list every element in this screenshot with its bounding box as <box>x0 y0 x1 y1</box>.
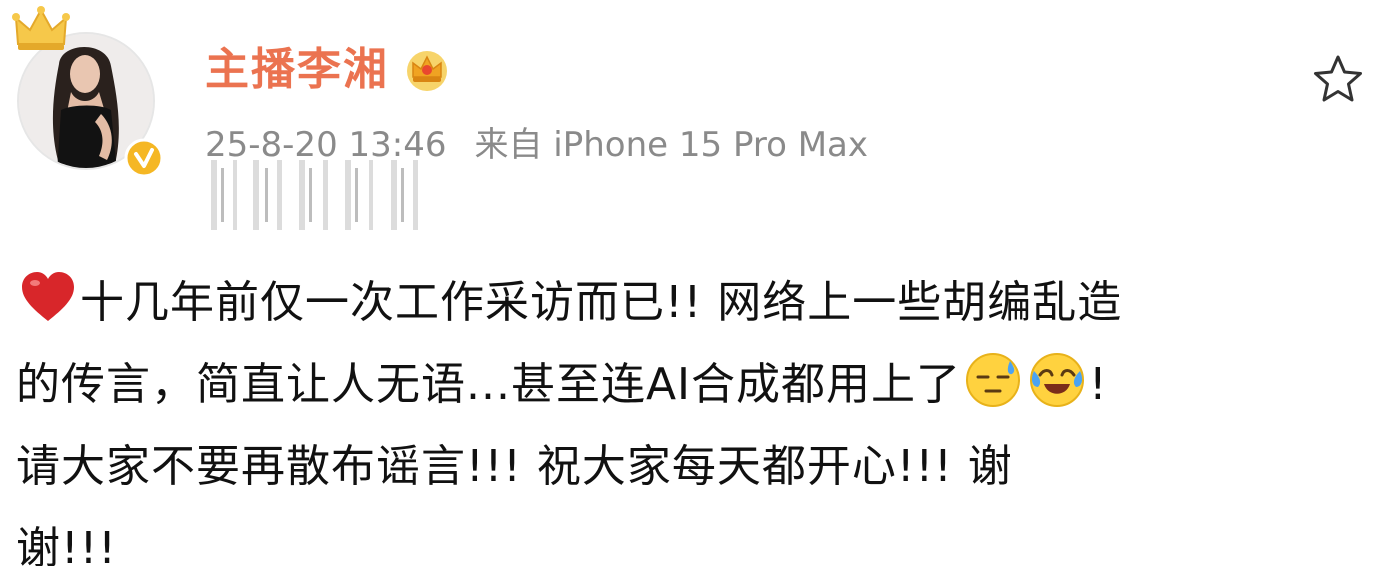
post-timestamp: 25-8-20 13:46 <box>205 125 447 165</box>
post-line-3: 请大家不要再散布谣言!!! 祝大家每天都开心!!! 谢 <box>16 426 1376 508</box>
vip-crown-badge-icon[interactable] <box>403 47 451 93</box>
post-line-2: 的传言，简直让人无语...甚至连AI合成都用上了 ! <box>16 344 1376 426</box>
verified-icon <box>124 138 164 178</box>
blurred-overlay-icon <box>211 160 418 230</box>
post-text-line-4: 谢!!! <box>16 523 117 566</box>
post-line-1: 十几年前仅一次工作采访而已!! 网络上一些胡编乱造 <box>16 262 1376 344</box>
username-row: 主播李湘 <box>205 40 451 100</box>
post-text-line-2-end: ! <box>1089 359 1108 410</box>
sweat-face-emoji <box>966 353 1021 407</box>
star-icon[interactable] <box>1310 52 1366 108</box>
crown-icon <box>12 6 70 50</box>
post-body: 十几年前仅一次工作采访而已!! 网络上一些胡编乱造 的传言，简直让人无语...甚… <box>16 262 1376 566</box>
post-line-4: 谢!!! <box>16 508 1376 566</box>
author-avatar-group[interactable] <box>12 4 164 178</box>
weibo-post-card: 主播李湘 25-8-20 13:46 来自 iPhone 15 Pro Max <box>0 0 1386 566</box>
post-text-line-2: 的传言，简直让人无语...甚至连AI合成都用上了 <box>16 359 962 410</box>
author-name[interactable]: 主播李湘 <box>205 40 389 100</box>
post-text-line-1: 十几年前仅一次工作采访而已!! 网络上一些胡编乱造 <box>80 277 1123 328</box>
post-source: 来自 iPhone 15 Pro Max <box>474 125 869 165</box>
post-text-line-3: 请大家不要再散布谣言!!! 祝大家每天都开心!!! 谢 <box>16 441 1013 492</box>
laughing-crying-emoji <box>1030 353 1085 407</box>
red-heart-icon <box>22 272 74 321</box>
